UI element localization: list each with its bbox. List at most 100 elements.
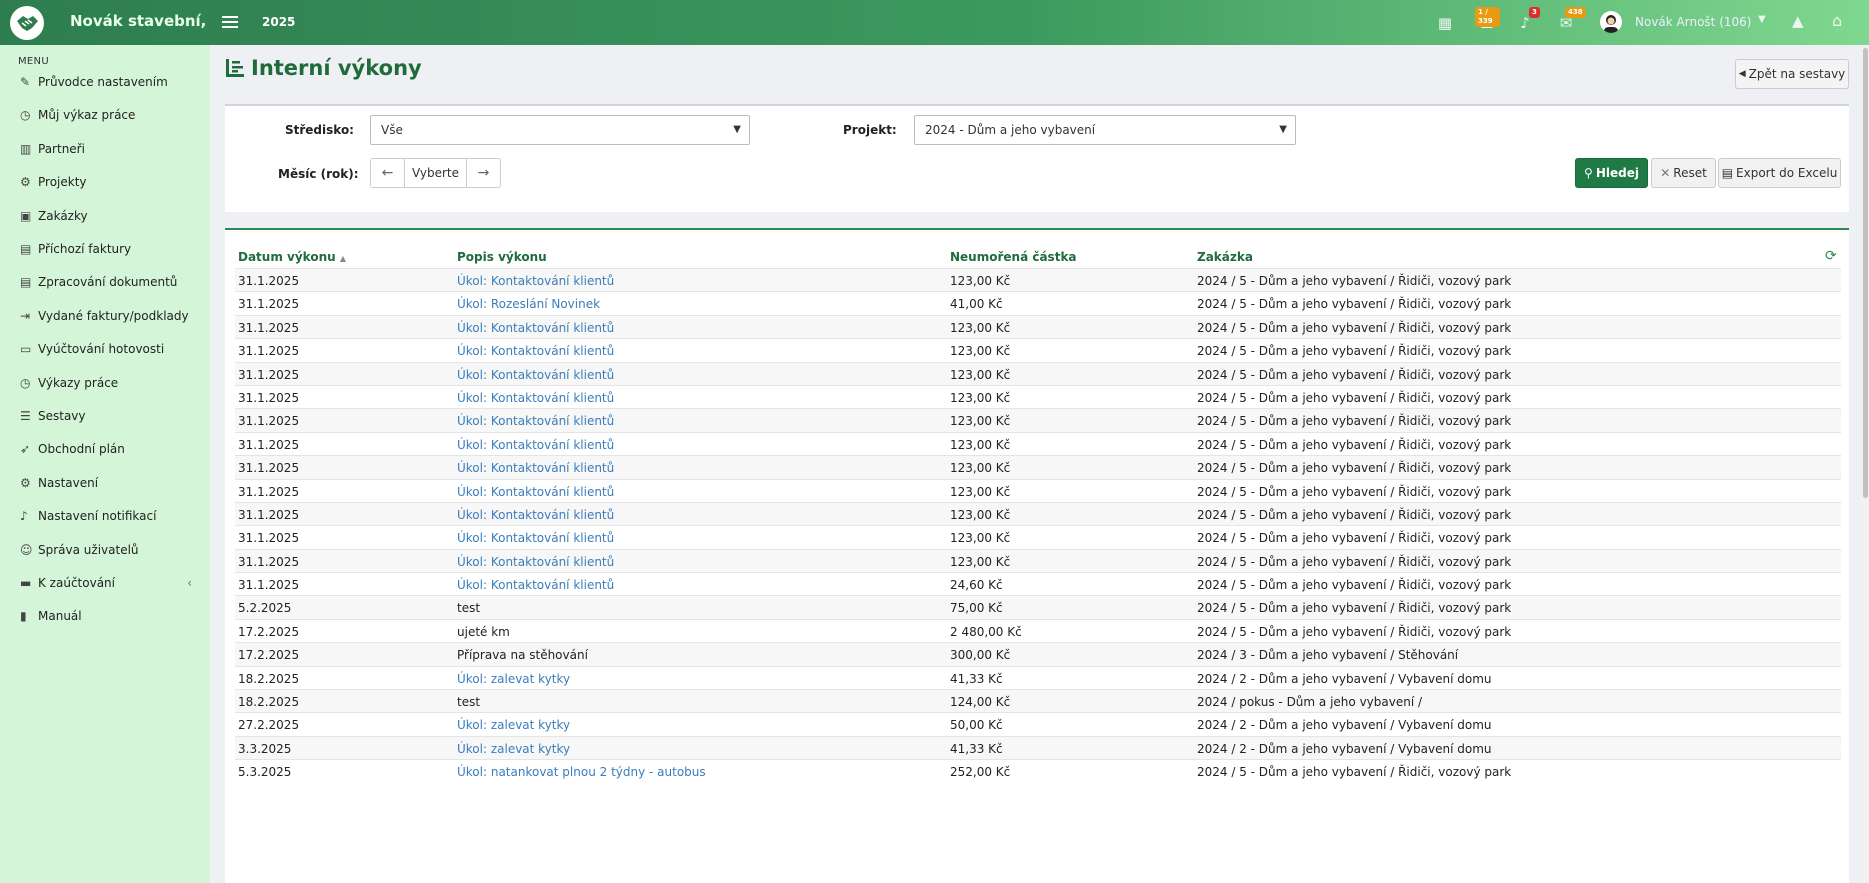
cell-date: 18.2.2025 (238, 671, 300, 686)
table-row: 17.2.2025 ujeté km 2 480,00 Kč 2024 / 5 - D… (235, 618, 1841, 642)
task-link[interactable]: Úkol: Kontaktování klientů (457, 461, 614, 475)
table-row: 31.1.2025 Úkol: Kontaktování klientů 123,0… (235, 384, 1841, 408)
month-select[interactable]: Vyberte (404, 159, 467, 187)
table-row: 27.2.2025 Úkol: zalevat kytky 50,00 Kč 2024… (235, 712, 1841, 735)
task-link[interactable]: Úkol: Kontaktování klientů (457, 344, 614, 358)
brand-name[interactable]: Novák stavební, (70, 12, 206, 30)
task-link[interactable]: Úkol: Rozeslání Novinek (457, 297, 600, 311)
back-button-label: Zpět na sestavy (1748, 67, 1846, 81)
task-link[interactable]: Úkol: Kontaktování klientů (457, 485, 614, 499)
table-row: 31.1.2025 Úkol: Kontaktování klientů 123,0… (235, 408, 1841, 432)
task-link[interactable]: Úkol: Kontaktování klientů (457, 531, 614, 545)
cell-order: 2024 / 5 - Dům a jeho vybavení / Řidiči,… (1197, 461, 1512, 476)
table-row: 31.1.2025 Úkol: Kontaktování klientů 123,0… (235, 338, 1841, 361)
task-link[interactable]: Úkol: Kontaktování klientů (457, 508, 614, 522)
bell-icon[interactable]: ♪ 3 (1512, 7, 1540, 36)
cell-order: 2024 / 5 - Dům a jeho vybavení / Řidiči,… (1197, 297, 1512, 312)
menu-toggle-icon[interactable] (222, 13, 238, 31)
column-header-order[interactable]: Zakázka (1197, 250, 1253, 264)
sidebar-item-icon: ◷ (20, 375, 31, 390)
project-select-value: 2024 - Dům a jeho vybavení (925, 123, 1096, 137)
task-link[interactable]: Úkol: Kontaktování klientů (457, 321, 614, 335)
sidebar-item-projekty[interactable]: ⚙ Projekty (0, 164, 210, 200)
arrow-left-icon[interactable]: ← (371, 159, 404, 187)
cell-date: 31.1.2025 (238, 274, 300, 288)
user-name[interactable]: Novák Arnošt (106) (1635, 15, 1751, 29)
cell-date: 31.1.2025 (238, 344, 300, 359)
sidebar-item-icon: ☺ (20, 542, 33, 557)
task-link[interactable]: Úkol: zalevat kytky (457, 672, 570, 686)
task-link[interactable]: Úkol: natankovat plnou 2 týdny - autobus (457, 765, 706, 779)
table-row: 31.1.2025 Úkol: Kontaktování klientů 123,0… (235, 314, 1841, 339)
table-row: 31.1.2025 Úkol: Kontaktování klientů 123,0… (235, 455, 1841, 479)
sidebar-item-vyuctovani-hotovosti[interactable]: ▭ Vyúčtování hotovosti (0, 331, 210, 367)
export-button-label: Export do Excelu (1736, 166, 1838, 180)
arrow-right-icon[interactable]: → (467, 159, 500, 187)
table-row: 18.2.2025 test 124,00 Kč 2024 / pokus - Dům… (235, 689, 1841, 713)
cell-order: 2024 / 5 - Dům a jeho vybavení / Řidiči,… (1197, 320, 1512, 335)
sidebar-item-vydane-faktury-podklady[interactable]: ⇥ Vydané faktury/podklady (0, 298, 210, 334)
back-to-reports-button[interactable]: ◀ Zpět na sestavy (1735, 59, 1849, 89)
handshake-icon (17, 16, 38, 31)
tasks-icon[interactable]: ☰ 1 / 339 (1474, 7, 1500, 36)
chevron-down-icon[interactable]: ▼ (1758, 14, 1766, 25)
cell-date: 31.1.2025 (238, 554, 300, 569)
table-row: 5.3.2025 Úkol: natankovat plnou 2 týdny -… (235, 759, 1841, 782)
search-button[interactable]: ⚲ Hledej (1575, 158, 1648, 188)
task-link[interactable]: Úkol: Kontaktování klientů (457, 438, 614, 452)
cell-amount: 75,00 Kč (950, 601, 1003, 616)
sidebar-item-icon: ▤ (20, 275, 32, 290)
export-excel-button[interactable]: ▤ Export do Excelu (1718, 158, 1841, 188)
center-select-value: Vše (381, 123, 403, 137)
column-header-date[interactable]: Datum výkonu ▲ (238, 250, 346, 264)
sidebar-item-muj-vykaz-prace[interactable]: ◷ Můj výkaz práce (0, 97, 210, 133)
cell-date: 27.2.2025 (238, 718, 300, 733)
sidebar-item-sprava-uzivatelu[interactable]: ☺ Správa uživatelů (0, 532, 210, 568)
chevron-down-icon: ▼ (733, 124, 741, 135)
sidebar-item-k-zauctovani[interactable]: ▬ K zaúčtování ‹ (0, 565, 210, 601)
sidebar-item-sestavy[interactable]: ☰ Sestavy (0, 398, 210, 434)
bank-icon[interactable]: ▲ (1792, 12, 1804, 30)
cell-amount: 123,00 Kč (950, 344, 1011, 359)
sidebar-item-zpracovani-dokumentu[interactable]: ▤ Zpracování dokumentů (0, 264, 210, 300)
task-link[interactable]: Úkol: Kontaktování klientů (457, 274, 614, 288)
sidebar-item-nastaveni[interactable]: ⚙ Nastavení (0, 465, 210, 501)
sidebar-item-partneri[interactable]: ▥ Partneři (0, 131, 210, 167)
year-selector[interactable]: 2025 (262, 15, 295, 29)
cell-order: 2024 / 2 - Dům a jeho vybavení / Vybaven… (1197, 718, 1492, 733)
column-header-description[interactable]: Popis výkonu (457, 250, 547, 264)
sidebar-item-prichozi-faktury[interactable]: ▤ Příchozí faktury (0, 231, 210, 267)
sidebar-item-label: K zaúčtování (38, 576, 115, 590)
sidebar-item-obchodni-plan[interactable]: ➶ Obchodní plán (0, 431, 210, 467)
cell-amount: 24,60 Kč (950, 578, 1003, 593)
task-link[interactable]: Úkol: Kontaktování klientů (457, 555, 614, 569)
task-link[interactable]: Úkol: zalevat kytky (457, 718, 570, 732)
column-header-amount[interactable]: Neumořená částka (950, 250, 1077, 264)
center-select[interactable]: Vše ▼ (370, 115, 750, 145)
task-link[interactable]: Úkol: zalevat kytky (457, 742, 570, 756)
project-select[interactable]: 2024 - Dům a jeho vybavení ▼ (914, 115, 1296, 145)
home-icon[interactable]: ⌂ (1832, 11, 1842, 30)
user-avatar[interactable] (1600, 11, 1622, 33)
refresh-icon[interactable]: ⟳ (1825, 248, 1837, 264)
calendar-icon[interactable]: ▦ (1432, 10, 1458, 36)
messages-badge: 438 (1565, 7, 1586, 18)
cell-order: 2024 / 5 - Dům a jeho vybavení / Řidiči,… (1197, 414, 1512, 429)
sidebar-item-zakazky[interactable]: ▣ Zakázky (0, 198, 210, 234)
scrollbar-thumb[interactable] (1863, 48, 1868, 498)
task-link[interactable]: Úkol: Kontaktování klientů (457, 368, 614, 382)
task-link[interactable]: Úkol: Kontaktování klientů (457, 391, 614, 405)
table-row: 5.2.2025 test 75,00 Kč 2024 / 5 - Dům a jeh… (235, 595, 1841, 619)
company-logo[interactable] (10, 6, 44, 40)
reset-button[interactable]: ✕ Reset (1651, 158, 1716, 188)
table-row: 3.3.2025 Úkol: zalevat kytky 41,33 Kč 2024 … (235, 735, 1841, 760)
cell-order: 2024 / 5 - Dům a jeho vybavení / Řidiči,… (1197, 344, 1512, 359)
sidebar-item-nastaveni-notifikaci[interactable]: ♪ Nastavení notifikací (0, 498, 210, 534)
task-link[interactable]: Úkol: Kontaktování klientů (457, 578, 614, 592)
sidebar-item-vykazy-prace[interactable]: ◷ Výkazy práce (0, 365, 210, 401)
sidebar-item-manual[interactable]: ▮ Manuál (0, 598, 210, 634)
sidebar-item-pruvodce-nastavenim[interactable]: ✎ Průvodce nastavením (0, 64, 210, 100)
sidebar-item-label: Výkazy práce (38, 375, 119, 390)
messages-icon[interactable]: ✉ 438 (1553, 7, 1586, 36)
task-link[interactable]: Úkol: Kontaktování klientů (457, 414, 614, 428)
